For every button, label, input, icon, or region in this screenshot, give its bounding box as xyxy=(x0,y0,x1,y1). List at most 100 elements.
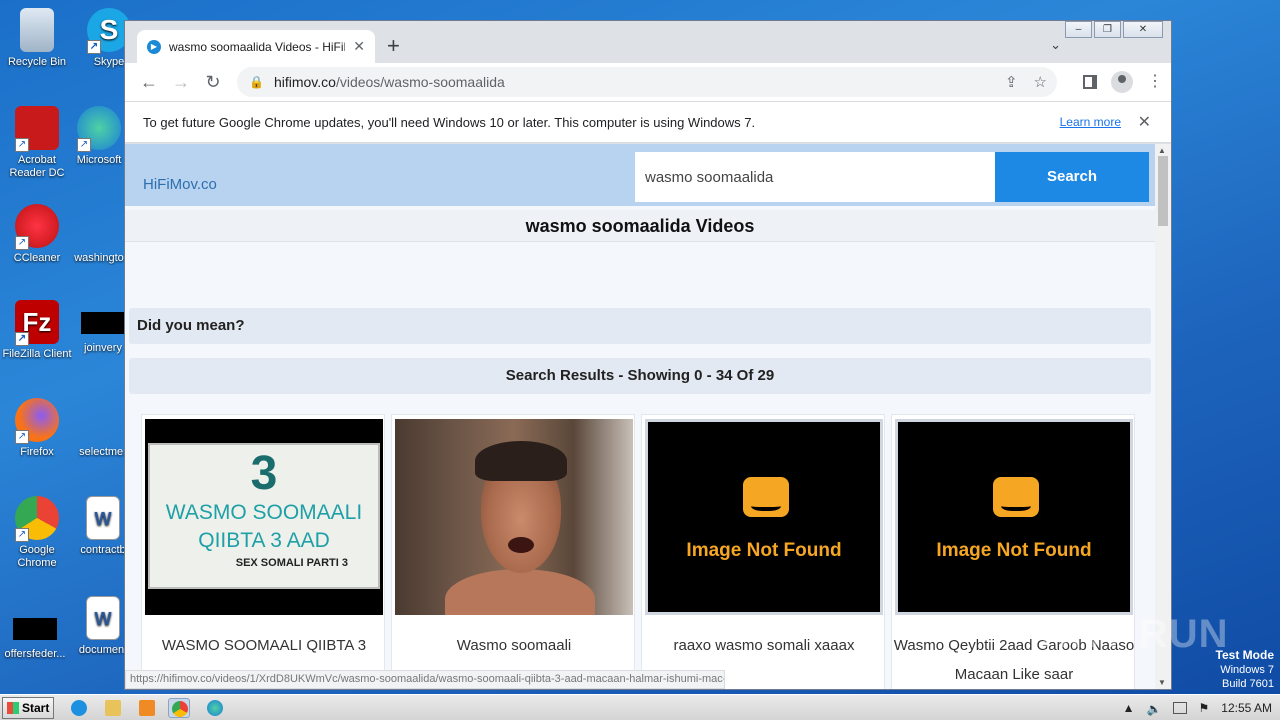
anyrun-watermark: ANY RUN xyxy=(1040,612,1229,656)
search-input[interactable] xyxy=(635,152,995,202)
media-player-icon xyxy=(139,700,155,716)
volume-icon[interactable]: 🔈 xyxy=(1147,702,1162,716)
windows-logo-icon xyxy=(7,702,19,714)
minimize-button[interactable]: – xyxy=(1065,21,1092,38)
test-mode-line: Windows 7 xyxy=(1220,664,1274,676)
thumb-line: WASMO SOOMAALI xyxy=(165,501,363,524)
test-mode-notice: Test Mode Windows 7 Build 7601 xyxy=(1216,648,1274,691)
thumb-number: 3 xyxy=(250,447,278,500)
scrollbar-thumb[interactable] xyxy=(1158,156,1168,226)
desktop-icon-chrome[interactable]: ↗ Google Chrome xyxy=(2,496,72,570)
start-label: Start xyxy=(22,701,50,715)
scroll-up-icon[interactable]: ▲ xyxy=(1158,146,1166,155)
tray-expand-icon[interactable]: ▲ xyxy=(1123,701,1135,715)
thumb-line: SEX SOMALI PARTI 3 xyxy=(235,557,348,569)
site-logo[interactable]: HiFiMov.co xyxy=(143,176,217,193)
window-controls: – ❐ ✕ xyxy=(1065,21,1163,38)
network-icon[interactable] xyxy=(1172,702,1187,714)
browser-tab[interactable]: ▶ wasmo soomaalida Videos - HiFiMov. ✕ xyxy=(137,30,375,63)
test-mode-line: Test Mode xyxy=(1215,648,1274,662)
start-button[interactable]: Start xyxy=(2,697,54,719)
ie-icon xyxy=(71,700,87,716)
tab-close-icon[interactable]: ✕ xyxy=(353,38,365,55)
desktop-icon-ccleaner[interactable]: ↗ CCleaner xyxy=(2,204,72,265)
video-card[interactable]: Image Not Found raaxo wasmo somali xaaax xyxy=(641,414,885,689)
profile-avatar-icon[interactable] xyxy=(1111,71,1133,93)
share-icon[interactable]: ⇪ xyxy=(1005,73,1018,91)
video-thumbnail[interactable]: Image Not Found xyxy=(895,419,1133,615)
image-not-found-icon xyxy=(743,477,789,517)
new-tab-button[interactable]: + xyxy=(387,35,400,57)
file-icon xyxy=(81,398,125,442)
video-title[interactable]: WASMO SOOMAALI QIIBTA 3 xyxy=(142,631,386,660)
chrome-window: – ❐ ✕ ▶ wasmo soomaalida Videos - HiFiMo… xyxy=(124,20,1172,690)
forward-icon[interactable]: → xyxy=(165,72,197,93)
browser-toolbar: ← → ↻ 🔒 hifimov.co /videos/wasmo-soomaal… xyxy=(125,63,1171,101)
url-path: /videos/wasmo-soomaalida xyxy=(335,74,505,90)
update-infobar: To get future Google Chrome updates, you… xyxy=(125,101,1171,143)
video-title[interactable]: raaxo wasmo somali xaaax xyxy=(642,631,886,660)
back-icon[interactable]: ← xyxy=(133,72,165,93)
infobar-message: To get future Google Chrome updates, you… xyxy=(143,114,756,130)
search-results-count: Search Results - Showing 0 - 34 Of 29 xyxy=(129,358,1151,394)
page-title: wasmo soomaalida Videos xyxy=(125,210,1155,242)
link-status-bubble: https://hifimov.co/videos/1/XrdD8UKWmVc/… xyxy=(125,670,725,689)
lock-icon: 🔒 xyxy=(249,75,264,89)
page-scrollbar[interactable]: ▲ ▼ xyxy=(1155,144,1171,689)
image-not-found-icon xyxy=(993,477,1039,517)
file-icon xyxy=(81,312,125,334)
ccleaner-icon: ↗ xyxy=(15,204,59,250)
firefox-icon: ↗ xyxy=(15,398,59,444)
file-icon xyxy=(13,618,57,640)
video-thumbnail[interactable]: Image Not Found xyxy=(645,419,883,615)
folder-icon xyxy=(105,700,121,716)
recycle-bin-icon xyxy=(20,8,54,52)
menu-kebab-icon[interactable]: ⋮ xyxy=(1147,74,1163,90)
image-not-found-text: Image Not Found xyxy=(936,540,1092,561)
bookmark-star-icon[interactable]: ☆ xyxy=(1034,73,1047,91)
action-center-flag-icon[interactable]: ⚑ xyxy=(1199,701,1210,715)
photo-shape xyxy=(445,569,595,615)
search-button[interactable]: Search xyxy=(995,152,1149,202)
side-panel-icon[interactable] xyxy=(1083,75,1097,89)
reload-icon[interactable]: ↻ xyxy=(197,72,229,93)
word-doc-icon: W xyxy=(86,596,120,640)
desktop-icon-acrobat[interactable]: ↗ Acrobat Reader DC xyxy=(2,106,72,180)
video-title[interactable]: Wasmo soomaali xyxy=(392,631,636,660)
video-thumbnail[interactable]: 3 WASMO SOOMAALI QIIBTA 3 AAD SEX SOMALI… xyxy=(145,419,383,615)
video-thumbnail[interactable] xyxy=(395,419,633,615)
taskbar-chrome[interactable] xyxy=(168,698,190,718)
address-bar[interactable]: 🔒 hifimov.co /videos/wasmo-soomaalida ⇪ … xyxy=(237,67,1057,97)
taskbar-explorer[interactable] xyxy=(102,698,124,718)
desktop-icon-filezilla[interactable]: Fz ↗ FileZilla Client xyxy=(2,300,72,361)
photo-shape xyxy=(475,441,567,481)
infobar-close-icon[interactable]: ✕ xyxy=(1138,112,1151,132)
restore-button[interactable]: ❐ xyxy=(1094,21,1121,38)
taskbar-ie[interactable] xyxy=(68,698,90,718)
learn-more-link[interactable]: Learn more xyxy=(1060,115,1121,129)
thumb-line: QIIBTA 3 AAD xyxy=(198,529,330,552)
scroll-down-icon[interactable]: ▼ xyxy=(1158,678,1166,687)
clock[interactable]: 12:55 AM xyxy=(1221,701,1272,715)
video-card[interactable]: 3 WASMO SOOMAALI QIIBTA 3 AAD SEX SOMALI… xyxy=(141,414,385,689)
test-mode-line: Build 7601 xyxy=(1222,678,1274,690)
edge-icon xyxy=(207,700,223,716)
desktop-icon-recycle-bin[interactable]: Recycle Bin xyxy=(2,8,72,69)
did-you-mean-heading: Did you mean? xyxy=(129,308,1151,344)
taskbar-edge[interactable] xyxy=(204,698,226,718)
word-doc-icon: W xyxy=(86,496,120,540)
desktop-icon-offersfeder[interactable]: offersfeder... xyxy=(0,604,70,661)
tab-search-chevron-icon[interactable]: ⌄ xyxy=(1050,37,1061,53)
acrobat-icon: ↗ xyxy=(15,106,59,152)
taskbar-media-player[interactable] xyxy=(136,698,158,718)
hifimov-favicon-icon: ▶ xyxy=(147,39,161,54)
taskbar: Start ▲ 🔈 ⚑ 12:55 AM xyxy=(0,694,1280,720)
image-not-found-text: Image Not Found xyxy=(686,540,842,561)
desktop-icon-firefox[interactable]: ↗ Firefox xyxy=(2,398,72,459)
url-host: hifimov.co xyxy=(273,74,336,90)
chrome-icon xyxy=(172,701,188,717)
system-tray: ▲ 🔈 ⚑ 12:55 AM xyxy=(1123,695,1272,720)
video-card[interactable]: Wasmo soomaali xyxy=(391,414,635,689)
close-window-button[interactable]: ✕ xyxy=(1123,21,1163,38)
file-icon xyxy=(77,204,121,248)
